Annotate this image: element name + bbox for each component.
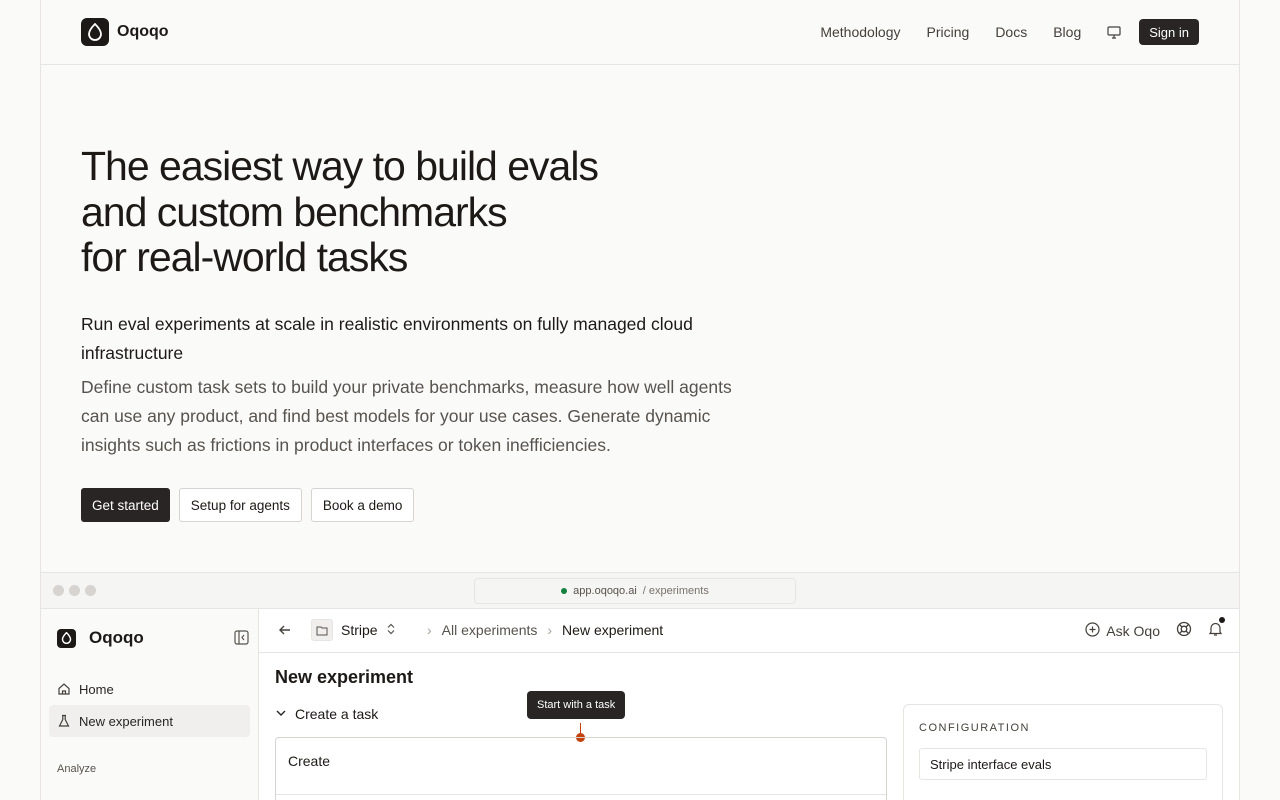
create-task-toggle[interactable]: Create a task	[275, 706, 378, 722]
sidebar-item-label: Home	[79, 681, 114, 697]
app-header: Stripe › All experiments › New experimen…	[259, 609, 1239, 653]
sidebar-item-label: New experiment	[79, 713, 173, 729]
logo-mark-icon	[81, 18, 109, 46]
get-started-button[interactable]: Get started	[81, 488, 170, 522]
chevron-right-icon: ›	[427, 622, 432, 638]
configuration-heading: CONFIGURATION	[919, 722, 1030, 734]
folder-icon	[311, 619, 333, 641]
hero-description: Define custom task sets to build your pr…	[81, 377, 732, 455]
chevron-down-icon	[275, 706, 287, 722]
logo-mark-icon	[57, 628, 76, 648]
notification-badge	[1219, 617, 1225, 623]
window-dot	[85, 585, 96, 596]
hero-title-line: for real-world tasks	[81, 234, 408, 280]
back-arrow-icon[interactable]	[278, 623, 294, 639]
ask-oqo-button[interactable]: Ask Oqo	[1085, 621, 1160, 640]
app-window: Oqoqo Home New experiment Analyze Stripe…	[41, 608, 1239, 800]
setup-for-agents-button[interactable]: Setup for agents	[178, 488, 302, 522]
cta-buttons: Get started Setup for agents Book a demo	[81, 488, 415, 522]
divider	[276, 794, 886, 795]
hero-title: The easiest way to build evals and custo…	[81, 143, 781, 281]
brand-logo[interactable]: Oqoqo	[81, 18, 169, 46]
flask-icon	[57, 714, 71, 728]
sign-in-button[interactable]: Sign in	[1139, 19, 1199, 45]
hero-title-line: and custom benchmarks	[81, 188, 508, 235]
create-label: Create	[288, 753, 331, 769]
ask-oqo-label: Ask Oqo	[1106, 622, 1160, 639]
tooltip-pointer-line	[580, 723, 581, 733]
help-lifebuoy-icon[interactable]	[1176, 621, 1192, 640]
configuration-panel: CONFIGURATION Stripe interface evals	[903, 704, 1223, 800]
create-task-label: Create a task	[295, 706, 379, 722]
tooltip: Start with a task	[527, 691, 626, 719]
url-bar[interactable]: app.oqoqo.ai / experiments	[474, 578, 796, 604]
header-actions: Ask Oqo	[1085, 617, 1225, 640]
breadcrumb-current: New experiment	[562, 622, 664, 638]
app-preview: app.oqoqo.ai / experiments Oqoqo Home Ne…	[41, 572, 1239, 800]
home-icon	[57, 682, 71, 696]
nav-link-methodology[interactable]: Methodology	[820, 19, 900, 45]
plus-circle-icon	[1085, 621, 1100, 640]
url-path: / experiments	[642, 585, 709, 597]
window-dot	[69, 585, 80, 596]
create-task-panel[interactable]: Create	[275, 737, 887, 800]
chevron-right-icon: ›	[547, 622, 553, 638]
book-a-demo-button[interactable]: Book a demo	[310, 488, 415, 522]
experiment-name-input[interactable]: Stripe interface evals	[919, 748, 1207, 780]
sidebar-brand[interactable]: Oqoqo	[57, 628, 144, 648]
nav-link-blog[interactable]: Blog	[1053, 19, 1081, 45]
hero-section: The easiest way to build evals and custo…	[81, 143, 781, 281]
sidebar-item-new-experiment[interactable]: New experiment	[49, 705, 250, 737]
project-switcher[interactable]: Stripe	[311, 619, 396, 641]
hero-title-line: The easiest way to build evals	[81, 143, 599, 189]
chevron-up-down-icon	[386, 622, 396, 638]
top-navigation: Oqoqo Methodology Pricing Docs Blog Sign…	[40, 0, 1240, 65]
hero-lead: Run eval experiments at scale in realist…	[81, 314, 693, 363]
breadcrumb: › All experiments › New experiment	[417, 622, 663, 638]
nav-link-docs[interactable]: Docs	[995, 19, 1027, 45]
secure-status-dot	[561, 588, 568, 594]
project-name: Stripe	[341, 622, 378, 638]
window-dot	[53, 585, 64, 596]
nav-links: Methodology Pricing Docs Blog Sign in	[820, 19, 1199, 45]
app-sidebar: Oqoqo Home New experiment Analyze	[41, 609, 259, 800]
sidebar-item-home[interactable]: Home	[49, 673, 250, 705]
sidebar-brand-name: Oqoqo	[89, 628, 144, 647]
url-host: app.oqoqo.ai	[573, 585, 637, 597]
monitor-icon[interactable]	[1107, 24, 1123, 40]
sidebar-collapse-icon[interactable]	[234, 630, 250, 646]
notifications-bell-icon[interactable]	[1208, 617, 1225, 640]
brand-name: Oqoqo	[117, 23, 169, 40]
page-title: New experiment	[275, 667, 414, 687]
window-controls	[53, 585, 96, 596]
sidebar-section-analyze: Analyze	[57, 763, 97, 775]
breadcrumb-all-experiments[interactable]: All experiments	[442, 622, 538, 638]
nav-link-pricing[interactable]: Pricing	[927, 19, 970, 45]
